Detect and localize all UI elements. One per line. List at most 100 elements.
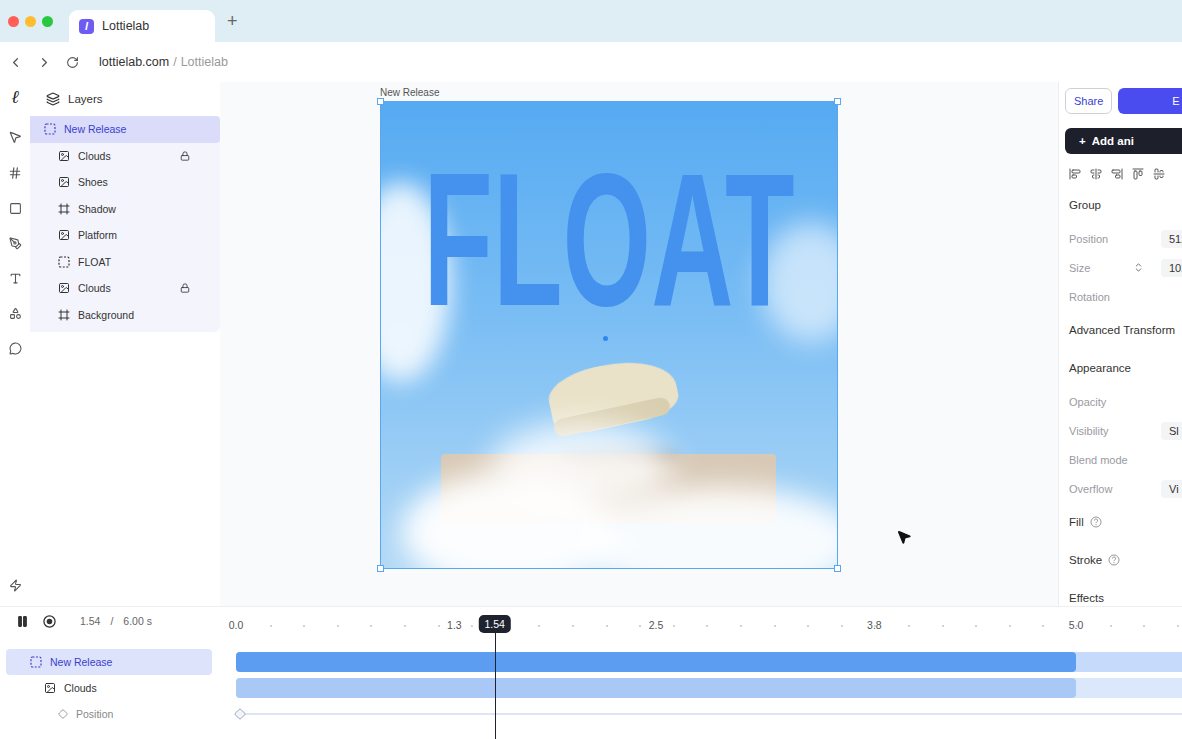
new-tab-button[interactable]: + <box>227 11 238 32</box>
playhead-line[interactable] <box>495 633 496 739</box>
align-middle-icon[interactable] <box>1153 168 1165 180</box>
address-bar: lottielab.com/Lottielab <box>0 42 1182 82</box>
add-animation-button[interactable]: +Add ani <box>1065 128 1182 154</box>
image-icon <box>58 176 70 188</box>
primary-button[interactable]: E <box>1118 88 1182 114</box>
reload-icon[interactable] <box>66 56 79 69</box>
layer-item[interactable]: FLOAT <box>30 249 220 276</box>
field-value[interactable]: Vi <box>1161 480 1182 498</box>
layer-item[interactable]: New Release <box>30 116 220 143</box>
select-tool-icon[interactable] <box>8 130 22 144</box>
track-name[interactable]: Position <box>6 701 212 727</box>
align-left-icon[interactable] <box>1069 168 1081 180</box>
section-heading[interactable]: Stroke <box>1065 541 1182 579</box>
ruler-label: 2.5 <box>649 619 664 631</box>
pause-icon[interactable] <box>16 615 29 628</box>
section-heading[interactable]: Fill <box>1065 503 1182 541</box>
canvas[interactable]: New Release FLOAT <box>220 82 1058 606</box>
anchor-point[interactable] <box>603 336 608 341</box>
lock-icon[interactable] <box>180 283 190 293</box>
tool-rail: ℓ <box>0 82 30 606</box>
track-name[interactable]: Clouds <box>6 675 212 701</box>
keyframe-icon <box>58 709 68 719</box>
layer-item[interactable]: Shoes <box>30 169 220 196</box>
section-heading[interactable]: Appearance <box>1065 349 1182 387</box>
time-readout: 1.54/6.00 s <box>80 615 152 627</box>
resize-handle[interactable] <box>377 98 384 105</box>
back-icon[interactable] <box>8 55 23 70</box>
tab-title: Lottielab <box>102 19 149 33</box>
playhead-badge[interactable]: 1.54 <box>479 615 511 633</box>
zoom-button[interactable] <box>42 16 53 27</box>
property-field[interactable]: Rotation <box>1065 282 1182 311</box>
field-value[interactable]: Sl <box>1161 422 1182 440</box>
lock-icon[interactable] <box>180 151 190 161</box>
help-icon[interactable] <box>1108 554 1120 566</box>
assets-tool-icon[interactable] <box>9 307 22 320</box>
help-icon[interactable] <box>1090 516 1102 528</box>
browser-tab[interactable]: lLottielab <box>69 10 215 42</box>
artboard[interactable]: FLOAT <box>380 101 838 569</box>
frame-icon <box>58 309 70 321</box>
layer-item[interactable]: Clouds <box>30 275 220 302</box>
layer-item[interactable]: Shadow <box>30 196 220 223</box>
track-bar[interactable] <box>236 652 1182 672</box>
app-window: lLottielab + lottielab.com/Lottielab ℓ Layer… <box>0 0 1182 739</box>
share-button[interactable]: Share <box>1065 88 1112 114</box>
ruler-label: 1.3 <box>447 619 462 631</box>
section-heading[interactable]: Advanced Transform <box>1065 311 1182 349</box>
artboard-label: New Release <box>380 87 1058 98</box>
track-lane <box>220 649 1182 675</box>
image-icon <box>44 682 56 694</box>
property-field[interactable]: OverflowVi <box>1065 474 1182 503</box>
section-heading[interactable]: Effects <box>1065 579 1182 606</box>
layer-item[interactable]: Clouds <box>30 143 220 170</box>
lightning-icon[interactable] <box>9 579 22 592</box>
text-tool-icon[interactable] <box>9 272 22 285</box>
group-icon <box>44 123 56 135</box>
playback-controls: 1.54/6.00 s <box>0 607 220 633</box>
url-field[interactable]: lottielab.com/Lottielab <box>99 55 228 69</box>
stepper-icon[interactable] <box>1133 262 1144 273</box>
field-value[interactable]: 512 <box>1161 230 1182 248</box>
track-bar[interactable] <box>236 678 1182 698</box>
property-field[interactable]: VisibilitySl <box>1065 416 1182 445</box>
frame-tool-icon[interactable] <box>8 166 22 180</box>
section-heading[interactable]: Group <box>1065 186 1182 224</box>
property-field[interactable]: Blend mode <box>1065 445 1182 474</box>
cloud <box>491 422 671 512</box>
track-lane <box>220 701 1182 727</box>
shape-tool-icon[interactable] <box>9 202 22 215</box>
forward-icon[interactable] <box>37 55 52 70</box>
property-field[interactable]: Size1024 <box>1065 253 1182 282</box>
resize-handle[interactable] <box>377 565 384 572</box>
record-icon[interactable] <box>43 615 56 628</box>
track-area[interactable]: 0.01.32.53.85.01.54 <box>220 607 1182 739</box>
pen-tool-icon[interactable] <box>9 237 22 250</box>
align-center-icon[interactable] <box>1090 168 1102 180</box>
close-button[interactable] <box>8 16 19 27</box>
time-ruler[interactable]: 0.01.32.53.85.01.54 <box>220 607 1182 649</box>
property-field[interactable]: Opacity <box>1065 387 1182 416</box>
comment-tool-icon[interactable] <box>9 342 22 355</box>
align-right-icon[interactable] <box>1111 168 1123 180</box>
property-field[interactable]: Position512 <box>1065 224 1182 253</box>
track-name[interactable]: New Release <box>6 649 212 675</box>
cursor-icon <box>896 529 912 545</box>
keyframe-icon[interactable] <box>234 708 246 720</box>
frame-icon <box>58 203 70 215</box>
logo[interactable]: ℓ <box>11 86 19 108</box>
layer-list: New ReleaseCloudsShoesShadowPlatformFLOA… <box>30 116 220 332</box>
resize-handle[interactable] <box>834 98 841 105</box>
align-toolbar <box>1069 168 1182 180</box>
resize-handle[interactable] <box>834 565 841 572</box>
field-value[interactable]: 1024 <box>1161 259 1182 277</box>
minimize-button[interactable] <box>25 16 36 27</box>
headline-text[interactable]: FLOAT <box>423 144 794 334</box>
align-top-icon[interactable] <box>1132 168 1144 180</box>
layers-header: Layers <box>30 90 220 116</box>
image-icon <box>58 282 70 294</box>
layer-item[interactable]: Platform <box>30 222 220 249</box>
layer-item[interactable]: Background <box>30 302 220 329</box>
track-bar[interactable] <box>236 713 1182 715</box>
